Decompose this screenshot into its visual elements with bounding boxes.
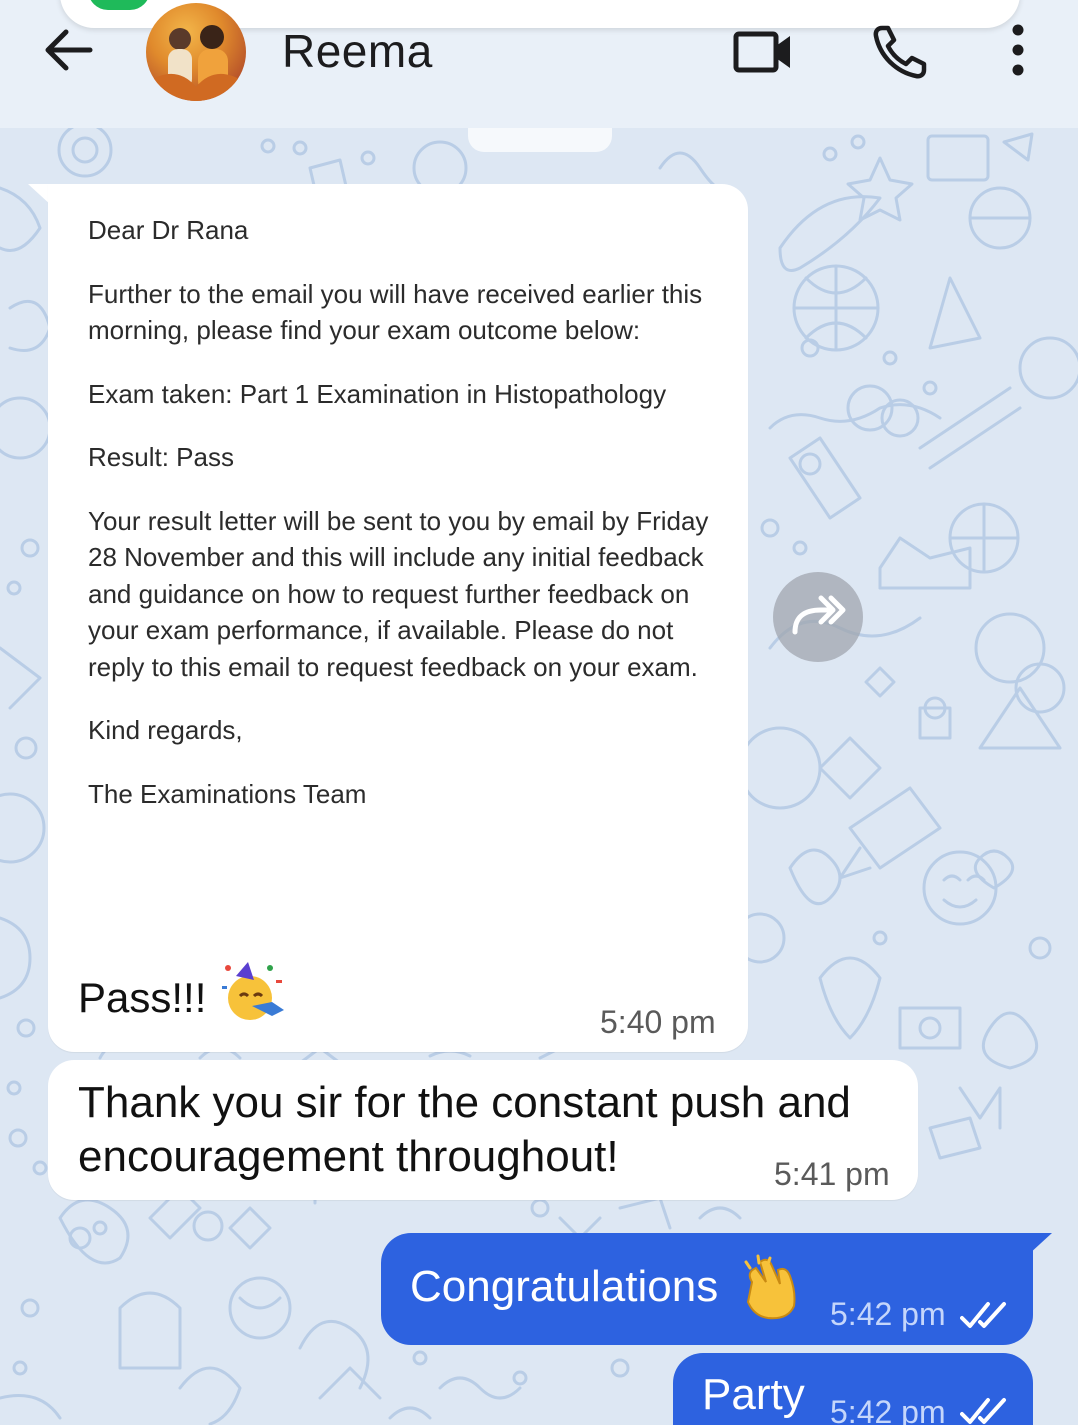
back-button[interactable] bbox=[36, 22, 100, 78]
quoted-paragraph: Further to the email you will have recei… bbox=[88, 278, 703, 346]
message-text: Party bbox=[702, 1370, 805, 1419]
avatar-photo bbox=[146, 25, 246, 101]
video-call-button[interactable] bbox=[728, 22, 798, 82]
video-camera-icon bbox=[733, 31, 790, 73]
read-double-check-icon bbox=[960, 1398, 1006, 1424]
message-text: Pass!!! bbox=[78, 974, 207, 1021]
read-double-check-icon bbox=[960, 1302, 1006, 1328]
quoted-paragraph: Exam taken: Part 1 Examination in Histop… bbox=[88, 378, 667, 409]
message-time: 5:42 pm bbox=[830, 1296, 946, 1332]
phone-icon bbox=[873, 25, 927, 79]
quoted-paragraph: The Examinations Team bbox=[88, 778, 367, 809]
arrow-left-icon bbox=[45, 29, 93, 71]
quoted-paragraph: Your result letter will be sent to you b… bbox=[88, 505, 709, 682]
voice-call-button[interactable] bbox=[868, 20, 932, 84]
quoted-paragraph: Dear Dr Rana bbox=[88, 215, 249, 245]
message-time: 5:40 pm bbox=[600, 1004, 716, 1040]
message-time: 5:42 pm bbox=[830, 1394, 946, 1425]
message-text: Congratulations bbox=[410, 1262, 719, 1311]
quoted-paragraph: Result: Pass bbox=[88, 442, 234, 472]
message-time: 5:41 pm bbox=[774, 1156, 890, 1192]
quoted-email-text: Dear Dr Rana Further to the email you wi… bbox=[88, 212, 718, 839]
contact-name[interactable]: Reema bbox=[282, 24, 433, 78]
date-chip bbox=[468, 128, 612, 152]
chat-header: Reema bbox=[0, 0, 1078, 128]
quoted-paragraph: Kind regards, bbox=[88, 715, 243, 745]
contact-avatar[interactable] bbox=[146, 3, 246, 101]
more-vertical-icon bbox=[1012, 24, 1024, 76]
more-options-button[interactable] bbox=[996, 20, 1040, 84]
party-face-emoji bbox=[222, 962, 284, 1020]
clapping-hands-emoji bbox=[744, 1254, 796, 1320]
forward-icon bbox=[792, 595, 846, 635]
forward-button[interactable] bbox=[773, 572, 863, 662]
